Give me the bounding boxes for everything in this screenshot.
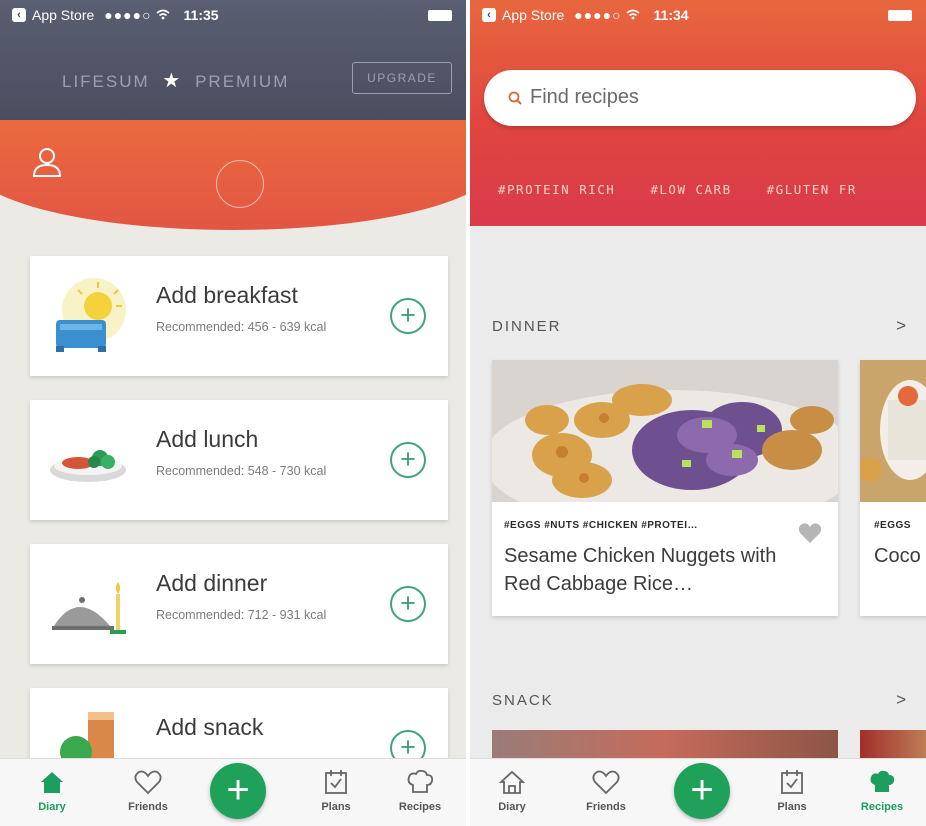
hashtag-gluten-free[interactable]: #GLUTEN FR xyxy=(767,182,857,197)
status-bar: ‹ App Store ●●●●○ 11:35 xyxy=(0,0,466,30)
calorie-ring xyxy=(216,160,264,208)
hashtag-protein-rich[interactable]: #PROTEIN RICH xyxy=(498,182,615,197)
recipe-name: Sesame Chicken Nuggets with Red Cabbage … xyxy=(504,545,777,595)
heart-icon xyxy=(592,770,620,795)
add-lunch-button[interactable]: + xyxy=(390,442,426,478)
meal-card-breakfast[interactable]: Add breakfast Recommended: 456 - 639 kca… xyxy=(30,256,448,376)
signal-icon: ●●●●○ xyxy=(574,7,622,23)
premium-label: PREMIUM xyxy=(195,72,290,91)
recipe-card[interactable]: #EGGS #NUTS #CHICKEN #PROTEI… Sesame Chi… xyxy=(492,360,838,616)
diary-screen: ‹ App Store ●●●●○ 11:35 LIFESUM ★ PREMIU… xyxy=(0,0,466,826)
meal-title: Add breakfast xyxy=(156,282,298,308)
tab-label: Friends xyxy=(128,801,168,813)
profile-icon[interactable] xyxy=(30,145,64,179)
back-to-app-store-icon[interactable]: ‹ xyxy=(12,8,26,22)
tab-diary[interactable]: Diary xyxy=(480,767,544,813)
lunch-illustration-icon xyxy=(50,450,126,482)
meal-title: Add dinner xyxy=(156,570,268,596)
tab-plans[interactable]: Plans xyxy=(304,767,368,813)
home-icon xyxy=(41,772,63,793)
tab-diary[interactable]: Diary xyxy=(20,767,84,813)
hashtag-filters: #PROTEIN RICH #LOW CARB #GLUTEN FR xyxy=(498,182,883,197)
wifi-icon xyxy=(626,7,640,23)
search-icon xyxy=(508,91,522,105)
tab-bar: Diary Friends + Plans Recipes xyxy=(0,758,466,826)
snack-see-all-chevron-icon[interactable]: > xyxy=(896,690,906,710)
hashtag-low-carb[interactable]: #LOW CARB xyxy=(650,182,731,197)
add-dinner-button[interactable]: + xyxy=(390,586,426,622)
tab-friends[interactable]: Friends xyxy=(574,767,638,813)
status-time: 11:34 xyxy=(653,7,689,23)
back-to-app-store-icon[interactable]: ‹ xyxy=(482,8,496,22)
signal-icon: ●●●●○ xyxy=(104,7,152,23)
star-icon: ★ xyxy=(162,70,183,92)
status-carrier: App Store xyxy=(502,7,565,23)
tab-label: Recipes xyxy=(398,801,442,813)
calendar-check-icon xyxy=(781,770,803,794)
tab-plans[interactable]: Plans xyxy=(760,767,824,813)
meal-card-dinner[interactable]: Add dinner Recommended: 712 - 931 kcal + xyxy=(30,544,448,664)
breakfast-illustration-icon xyxy=(56,278,126,352)
chef-hat-icon xyxy=(407,769,434,793)
tab-label: Friends xyxy=(586,801,626,813)
tab-friends[interactable]: Friends xyxy=(116,767,180,813)
upgrade-button[interactable]: UPGRADE xyxy=(352,62,452,94)
meal-title: Add snack xyxy=(156,714,264,740)
tab-label: Plans xyxy=(777,801,807,813)
tab-label: Diary xyxy=(498,801,526,813)
recipe-name: Coco Carro xyxy=(874,545,926,567)
home-icon xyxy=(498,770,526,794)
meal-recommended: Recommended: 548 - 730 kcal xyxy=(156,464,327,478)
recipe-tags: #EGGS #NUTS #CHICKEN #PROTEI… xyxy=(504,520,698,531)
add-food-fab[interactable]: + xyxy=(674,763,730,819)
recipe-tags: #EGGS xyxy=(874,520,911,531)
status-time: 11:35 xyxy=(183,7,219,23)
search-placeholder: Find recipes xyxy=(530,86,639,108)
tab-label: Recipes xyxy=(860,801,904,813)
status-bar: ‹ App Store ●●●●○ 11:34 xyxy=(470,0,926,30)
battery-icon xyxy=(888,10,912,21)
battery-icon xyxy=(428,10,452,21)
meal-title: Add lunch xyxy=(156,426,259,452)
recipe-photo xyxy=(860,360,926,502)
section-title-snack: SNACK xyxy=(492,692,554,709)
status-carrier: App Store xyxy=(32,7,95,23)
chef-hat-icon xyxy=(870,770,895,792)
meal-card-lunch[interactable]: Add lunch Recommended: 548 - 730 kcal + xyxy=(30,400,448,520)
tab-label: Plans xyxy=(321,801,351,813)
recipe-card[interactable]: #EGGS Coco Carro xyxy=(860,360,926,616)
recipes-screen: ‹ App Store ●●●●○ 11:34 Find recipes #PR… xyxy=(470,0,926,826)
tab-recipes[interactable]: Recipes xyxy=(388,767,452,813)
calendar-check-icon xyxy=(325,770,347,794)
favorite-heart-icon[interactable] xyxy=(798,522,822,544)
premium-banner: LIFESUM ★ PREMIUM xyxy=(62,68,289,93)
heart-icon xyxy=(134,770,162,795)
search-field[interactable]: Find recipes xyxy=(484,70,916,126)
meal-recommended: Recommended: 456 - 639 kcal xyxy=(156,320,327,334)
add-food-fab[interactable]: + xyxy=(210,763,266,819)
add-breakfast-button[interactable]: + xyxy=(390,298,426,334)
tab-recipes[interactable]: Recipes xyxy=(850,767,914,813)
tab-label: Diary xyxy=(38,801,66,813)
dinner-see-all-chevron-icon[interactable]: > xyxy=(896,316,906,336)
section-title-dinner: DINNER xyxy=(492,318,562,335)
meal-recommended: Recommended: 712 - 931 kcal xyxy=(156,608,327,622)
dinner-illustration-icon xyxy=(52,582,126,634)
wifi-icon xyxy=(156,7,170,23)
recipe-photo xyxy=(492,360,838,502)
brand-name: LIFESUM xyxy=(62,72,150,91)
tab-bar: Diary Friends + Plans Recipes xyxy=(470,758,926,826)
